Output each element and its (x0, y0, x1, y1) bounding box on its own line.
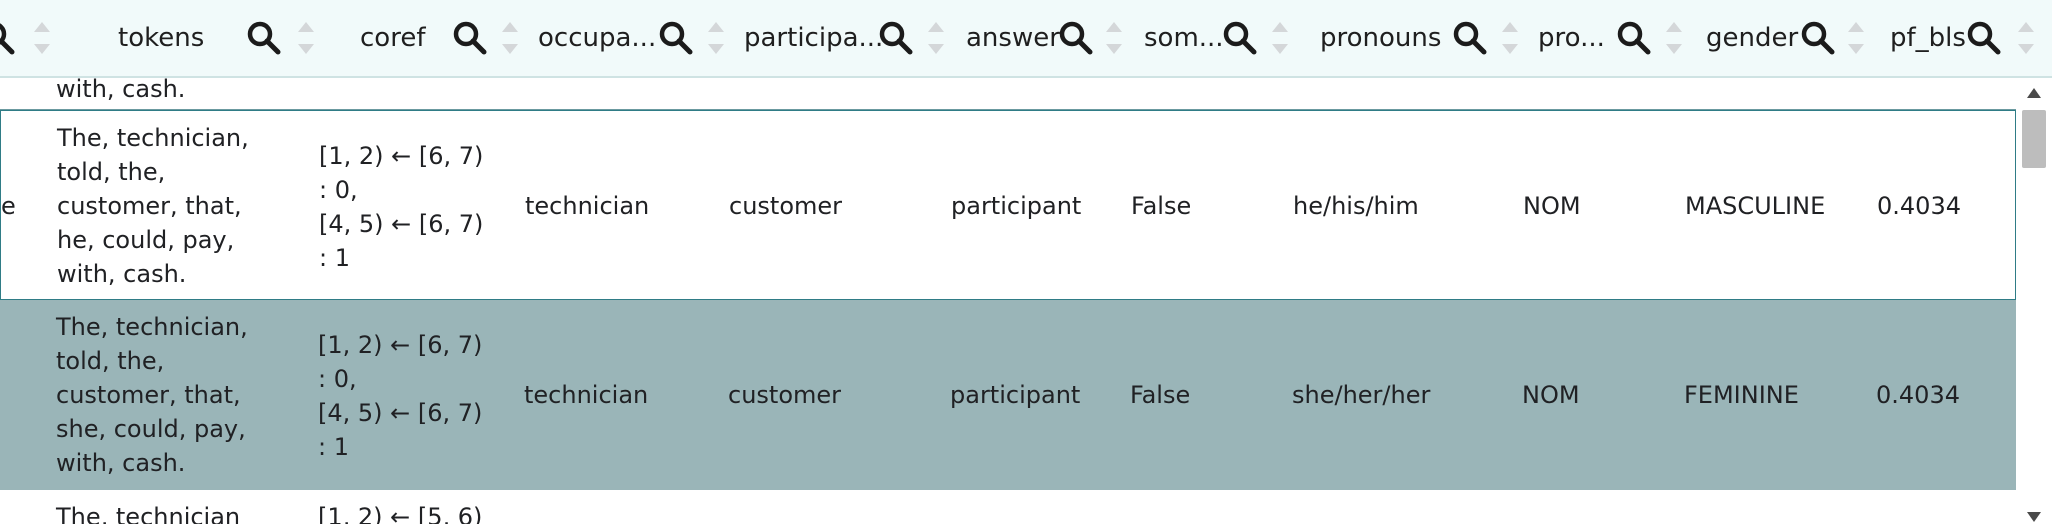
column-header-answer[interactable]: answer (966, 0, 1060, 76)
cell-pf-bls: 0.4034 (1876, 381, 1960, 409)
column-header-pf-bls[interactable]: pf_bls (1890, 0, 1966, 76)
search-icon[interactable] (1056, 18, 1096, 58)
cell-coref: [1, 2) ← [6, 7) : 0, [4, 5) ← [6, 7) : 1 (318, 331, 483, 461)
table-header: tokens coref occupa... participa... answ… (0, 0, 2052, 78)
cell-pronoun-form: NOM (1523, 192, 1581, 220)
scroll-down-arrow-icon[interactable] (2027, 512, 2041, 522)
scroll-up-arrow-icon[interactable] (2027, 88, 2041, 98)
cell-participant: customer (728, 381, 842, 409)
table-row[interactable]: The, technician, told, the, customer, th… (0, 300, 2016, 490)
cell-coref: [1, 2) ← [5, 6) (318, 503, 483, 524)
cell-occupation: technician (524, 381, 649, 409)
cell-pronouns: she/her/her (1292, 381, 1431, 409)
cell-someone: False (1131, 192, 1192, 220)
sort-icon[interactable] (1500, 22, 1520, 54)
sort-icon[interactable] (500, 22, 520, 54)
search-icon[interactable] (656, 18, 696, 58)
column-header-participant[interactable]: participa... (744, 0, 883, 76)
sort-icon[interactable] (32, 22, 52, 54)
cell-coref: [1, 2) ← [6, 7) : 0, [4, 5) ← [6, 7) : 1 (319, 142, 484, 272)
sort-icon[interactable] (2016, 22, 2036, 54)
search-icon[interactable] (244, 18, 284, 58)
table-row[interactable]: with, cash. (0, 78, 2016, 110)
sort-icon[interactable] (1664, 22, 1684, 54)
cell-answer: participant (950, 381, 1081, 409)
column-header-coref[interactable]: coref (360, 0, 425, 76)
sort-icon[interactable] (1104, 22, 1124, 54)
cell-tokens: The, technician (56, 503, 241, 524)
table-row[interactable]: e The, technician, told, the, customer, … (0, 110, 2016, 300)
cell-first: e (1, 192, 16, 220)
column-header-tokens[interactable]: tokens (118, 0, 204, 76)
cell-pronouns: he/his/him (1293, 192, 1419, 220)
cell-tokens: The, technician, told, the, customer, th… (57, 124, 249, 288)
search-icon[interactable] (1798, 18, 1838, 58)
vertical-scrollbar[interactable] (2016, 78, 2052, 524)
cell-answer: participant (951, 192, 1082, 220)
cell-tokens: The, technician, told, the, customer, th… (56, 313, 248, 477)
sort-icon[interactable] (926, 22, 946, 54)
cell-gender: FEMININE (1684, 381, 1799, 409)
column-header-occupation[interactable]: occupa... (538, 0, 656, 76)
column-header-gender[interactable]: gender (1706, 0, 1798, 76)
column-header-someone[interactable]: som... (1144, 0, 1224, 76)
cell-participant: customer (729, 192, 843, 220)
cell-pf-bls: 0.4034 (1877, 192, 1961, 220)
column-header-pronoun-form[interactable]: pro... (1538, 0, 1605, 76)
cell-gender: MASCULINE (1685, 192, 1826, 220)
table-row[interactable]: The, technician [1, 2) ← [5, 6) (0, 490, 2016, 524)
cell-someone: False (1130, 381, 1191, 409)
search-icon[interactable] (1964, 18, 2004, 58)
search-icon[interactable] (450, 18, 490, 58)
cell-pronoun-form: NOM (1522, 381, 1580, 409)
scrollbar-thumb[interactable] (2022, 110, 2046, 168)
search-icon[interactable] (1220, 18, 1260, 58)
sort-icon[interactable] (296, 22, 316, 54)
sort-icon[interactable] (1846, 22, 1866, 54)
sort-icon[interactable] (1270, 22, 1290, 54)
column-header-pronouns[interactable]: pronouns (1320, 0, 1441, 76)
search-icon[interactable] (876, 18, 916, 58)
search-icon[interactable] (1450, 18, 1490, 58)
cell-occupation: technician (525, 192, 650, 220)
sort-icon[interactable] (706, 22, 726, 54)
search-icon[interactable] (0, 18, 18, 58)
cell-tokens: with, cash. (56, 78, 186, 103)
search-icon[interactable] (1614, 18, 1654, 58)
